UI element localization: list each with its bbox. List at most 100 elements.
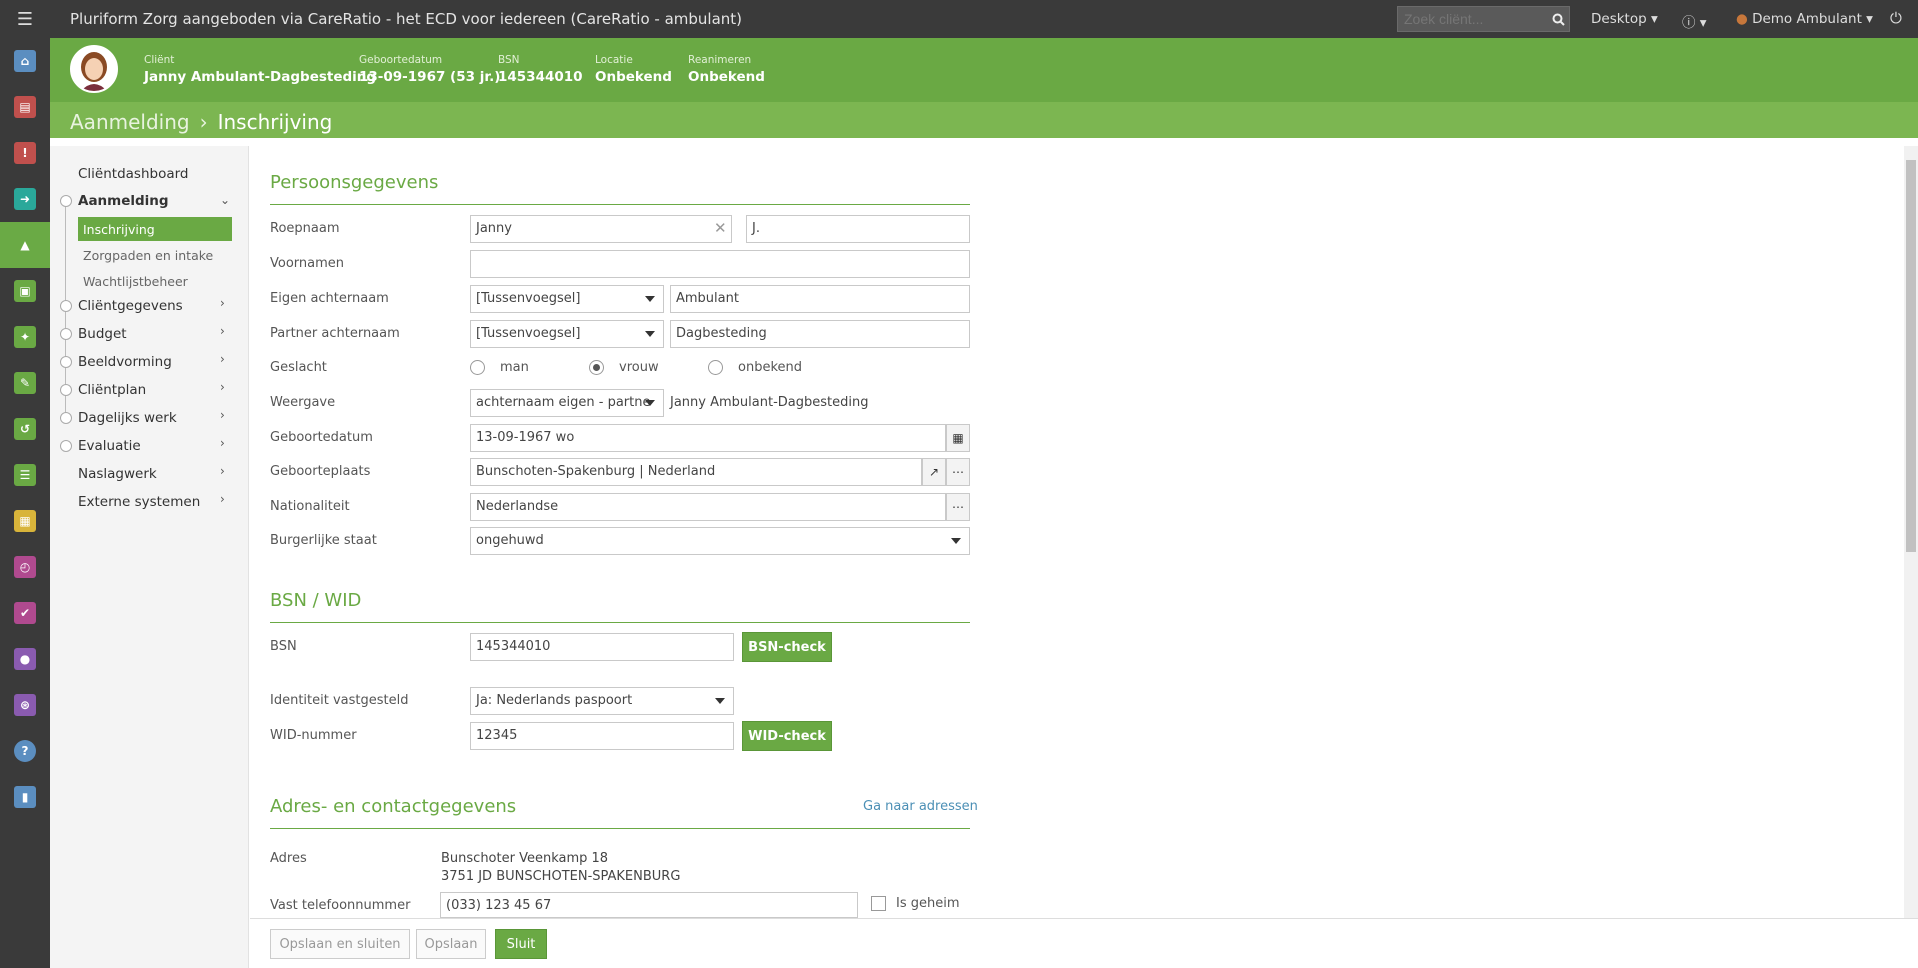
eigen-achternaam-field[interactable]: Ambulant (670, 285, 970, 313)
geboorteplaats-field[interactable]: Bunschoten-Spakenburg | Nederland (470, 458, 922, 486)
eigen-achternaam-label: Eigen achternaam (270, 291, 389, 306)
telefoon-field[interactable]: (033) 123 45 67 (440, 892, 858, 918)
partner-tussenvoegsel-select[interactable]: [Tussenvoegsel] (470, 320, 664, 348)
rail-calendar[interactable]: ▦ (0, 498, 50, 544)
close-button[interactable]: Sluit (495, 929, 547, 959)
rail-alerts[interactable]: ! (0, 130, 50, 176)
nav-step-circle (60, 195, 72, 207)
geboortedatum-field[interactable]: 13-09-1967 wo (470, 424, 946, 452)
nav-budget[interactable]: Budget (78, 326, 127, 342)
wid-input[interactable]: 12345 (470, 722, 734, 750)
nav-clientdashboard[interactable]: Cliëntdashboard (78, 166, 189, 182)
rail-puzzle[interactable]: ✦ (0, 314, 50, 360)
pencil-icon: ✎ (14, 372, 36, 394)
weergave-label: Weergave (270, 395, 336, 410)
nav-externe-systemen[interactable]: Externe systemen (78, 494, 200, 510)
rail-stats[interactable]: ▮ (0, 774, 50, 820)
more-icon[interactable]: ⋯ (946, 458, 970, 486)
eigen-tussenvoegsel-select[interactable]: [Tussenvoegsel] (470, 285, 664, 313)
scrollbar-thumb[interactable] (1906, 160, 1916, 552)
calendar-icon[interactable]: ▦ (946, 424, 970, 452)
rail-edit[interactable]: ✎ (0, 360, 50, 406)
rail-clock[interactable]: ◴ (0, 544, 50, 590)
location-label: Locatie (595, 54, 633, 66)
ga-naar-adressen-link[interactable]: Ga naar adressen (863, 799, 978, 814)
is-geheim-checkbox[interactable] (871, 896, 886, 911)
identiteit-select[interactable]: Ja: Nederlands paspoort (470, 687, 734, 715)
nav-evaluatie[interactable]: Evaluatie (78, 438, 141, 454)
rail-person[interactable]: ● (0, 636, 50, 682)
rail-signin[interactable]: ➜ (0, 176, 50, 222)
nav-clientgegevens[interactable]: Cliëntgegevens (78, 298, 183, 314)
rail-home[interactable]: ⌂ (0, 38, 50, 84)
resuscitate-label: Reanimeren (688, 54, 752, 66)
section-divider (270, 204, 970, 205)
rail-inbox[interactable]: ▤ (0, 84, 50, 130)
rail-money[interactable]: ▣ (0, 268, 50, 314)
nav-beeldvorming[interactable]: Beeldvorming (78, 354, 172, 370)
nav-aanmelding[interactable]: Aanmelding (78, 193, 169, 209)
adres-line2: 3751 JD BUNSCHOTEN-SPAKENBURG (441, 869, 681, 884)
user-icon: ● (1736, 11, 1748, 27)
external-link-icon[interactable]: ↗ (922, 458, 946, 486)
chevron-right-icon[interactable]: › (220, 324, 225, 338)
power-icon[interactable]: ⏻ (1890, 9, 1902, 27)
rail-group[interactable]: ⊛ (0, 682, 50, 728)
client-search-input[interactable] (1397, 6, 1570, 32)
chevron-right-icon[interactable]: › (220, 492, 225, 506)
nav-dagelijks-werk[interactable]: Dagelijks werk (78, 410, 177, 426)
chevron-right-icon[interactable]: › (220, 296, 225, 310)
dob-value: 13-09-1967 (53 jr.) (359, 69, 501, 85)
initials-field[interactable]: J. (746, 215, 970, 243)
wid-label: WID-nummer (270, 728, 357, 743)
more-icon[interactable]: ⋯ (946, 493, 970, 521)
bsn-check-button[interactable]: BSN-check (742, 632, 832, 662)
wid-check-button[interactable]: WID-check (742, 721, 832, 751)
top-bar: ☰ Pluriform Zorg aangeboden via CareRati… (0, 0, 1918, 38)
chevron-right-icon[interactable]: › (220, 464, 225, 478)
nav-clientplan[interactable]: Cliëntplan (78, 382, 146, 398)
save-and-close-button[interactable]: Opslaan en sluiten (270, 929, 410, 959)
roepnaam-field[interactable]: Janny (470, 215, 732, 243)
client-header: Cliënt Janny Ambulant-Dagbesteding Geboor… (50, 38, 1918, 138)
warning-icon: ! (14, 142, 36, 164)
nav-wachtlijst[interactable]: Wachtlijstbeheer (78, 269, 232, 293)
rail-registration[interactable]: ▲ (0, 222, 50, 268)
gender-vrouw-radio[interactable] (589, 360, 604, 375)
rail-help[interactable]: ? (0, 728, 50, 774)
geboorteplaats-label: Geboorteplaats (270, 464, 371, 479)
gender-man-radio[interactable] (470, 360, 485, 375)
user-dropdown[interactable]: ● Demo Ambulant ▾ (1736, 11, 1873, 27)
chevron-right-icon[interactable]: › (220, 380, 225, 394)
adres-line1: Bunschoter Veenkamp 18 (441, 851, 609, 866)
nav-inschrijving[interactable]: Inschrijving (78, 217, 232, 241)
desktop-dropdown[interactable]: Desktop ▾ (1591, 11, 1658, 27)
nationaliteit-field[interactable]: Nederlandse (470, 493, 946, 521)
weergave-select[interactable]: achternaam eigen - partne (470, 389, 664, 417)
search-icon[interactable] (1547, 6, 1570, 32)
app-title: Pluriform Zorg aangeboden via CareRatio … (70, 10, 743, 28)
bsn-input[interactable]: 145344010 (470, 633, 734, 661)
scrollbar[interactable] (1904, 146, 1918, 918)
rail-document[interactable]: ☰ (0, 452, 50, 498)
clear-icon[interactable]: ✕ (714, 219, 727, 237)
rail-tasks[interactable]: ✔ (0, 590, 50, 636)
save-button[interactable]: Opslaan (416, 929, 486, 959)
hamburger-menu-icon[interactable]: ☰ (0, 0, 50, 38)
nav-naslagwerk[interactable]: Naslagwerk (78, 466, 157, 482)
section-divider (270, 828, 970, 829)
info-dropdown[interactable]: ⓘ ▾ (1682, 11, 1707, 31)
chevron-right-icon[interactable]: › (220, 436, 225, 450)
nav-zorgpaden[interactable]: Zorgpaden en intake (78, 243, 232, 267)
section-divider (270, 622, 970, 623)
chevron-right-icon[interactable]: › (220, 352, 225, 366)
burgerlijke-staat-select[interactable]: ongehuwd (470, 527, 970, 555)
section-title-bsn-wid: BSN / WID (270, 590, 362, 611)
gender-onbekend-radio[interactable] (708, 360, 723, 375)
chevron-down-icon[interactable]: ⌄ (220, 193, 230, 207)
partner-achternaam-field[interactable]: Dagbesteding (670, 320, 970, 348)
rail-history[interactable]: ↺ (0, 406, 50, 452)
chevron-right-icon[interactable]: › (220, 408, 225, 422)
breadcrumb-parent[interactable]: Aanmelding (70, 110, 190, 134)
voornamen-field[interactable] (470, 250, 970, 278)
